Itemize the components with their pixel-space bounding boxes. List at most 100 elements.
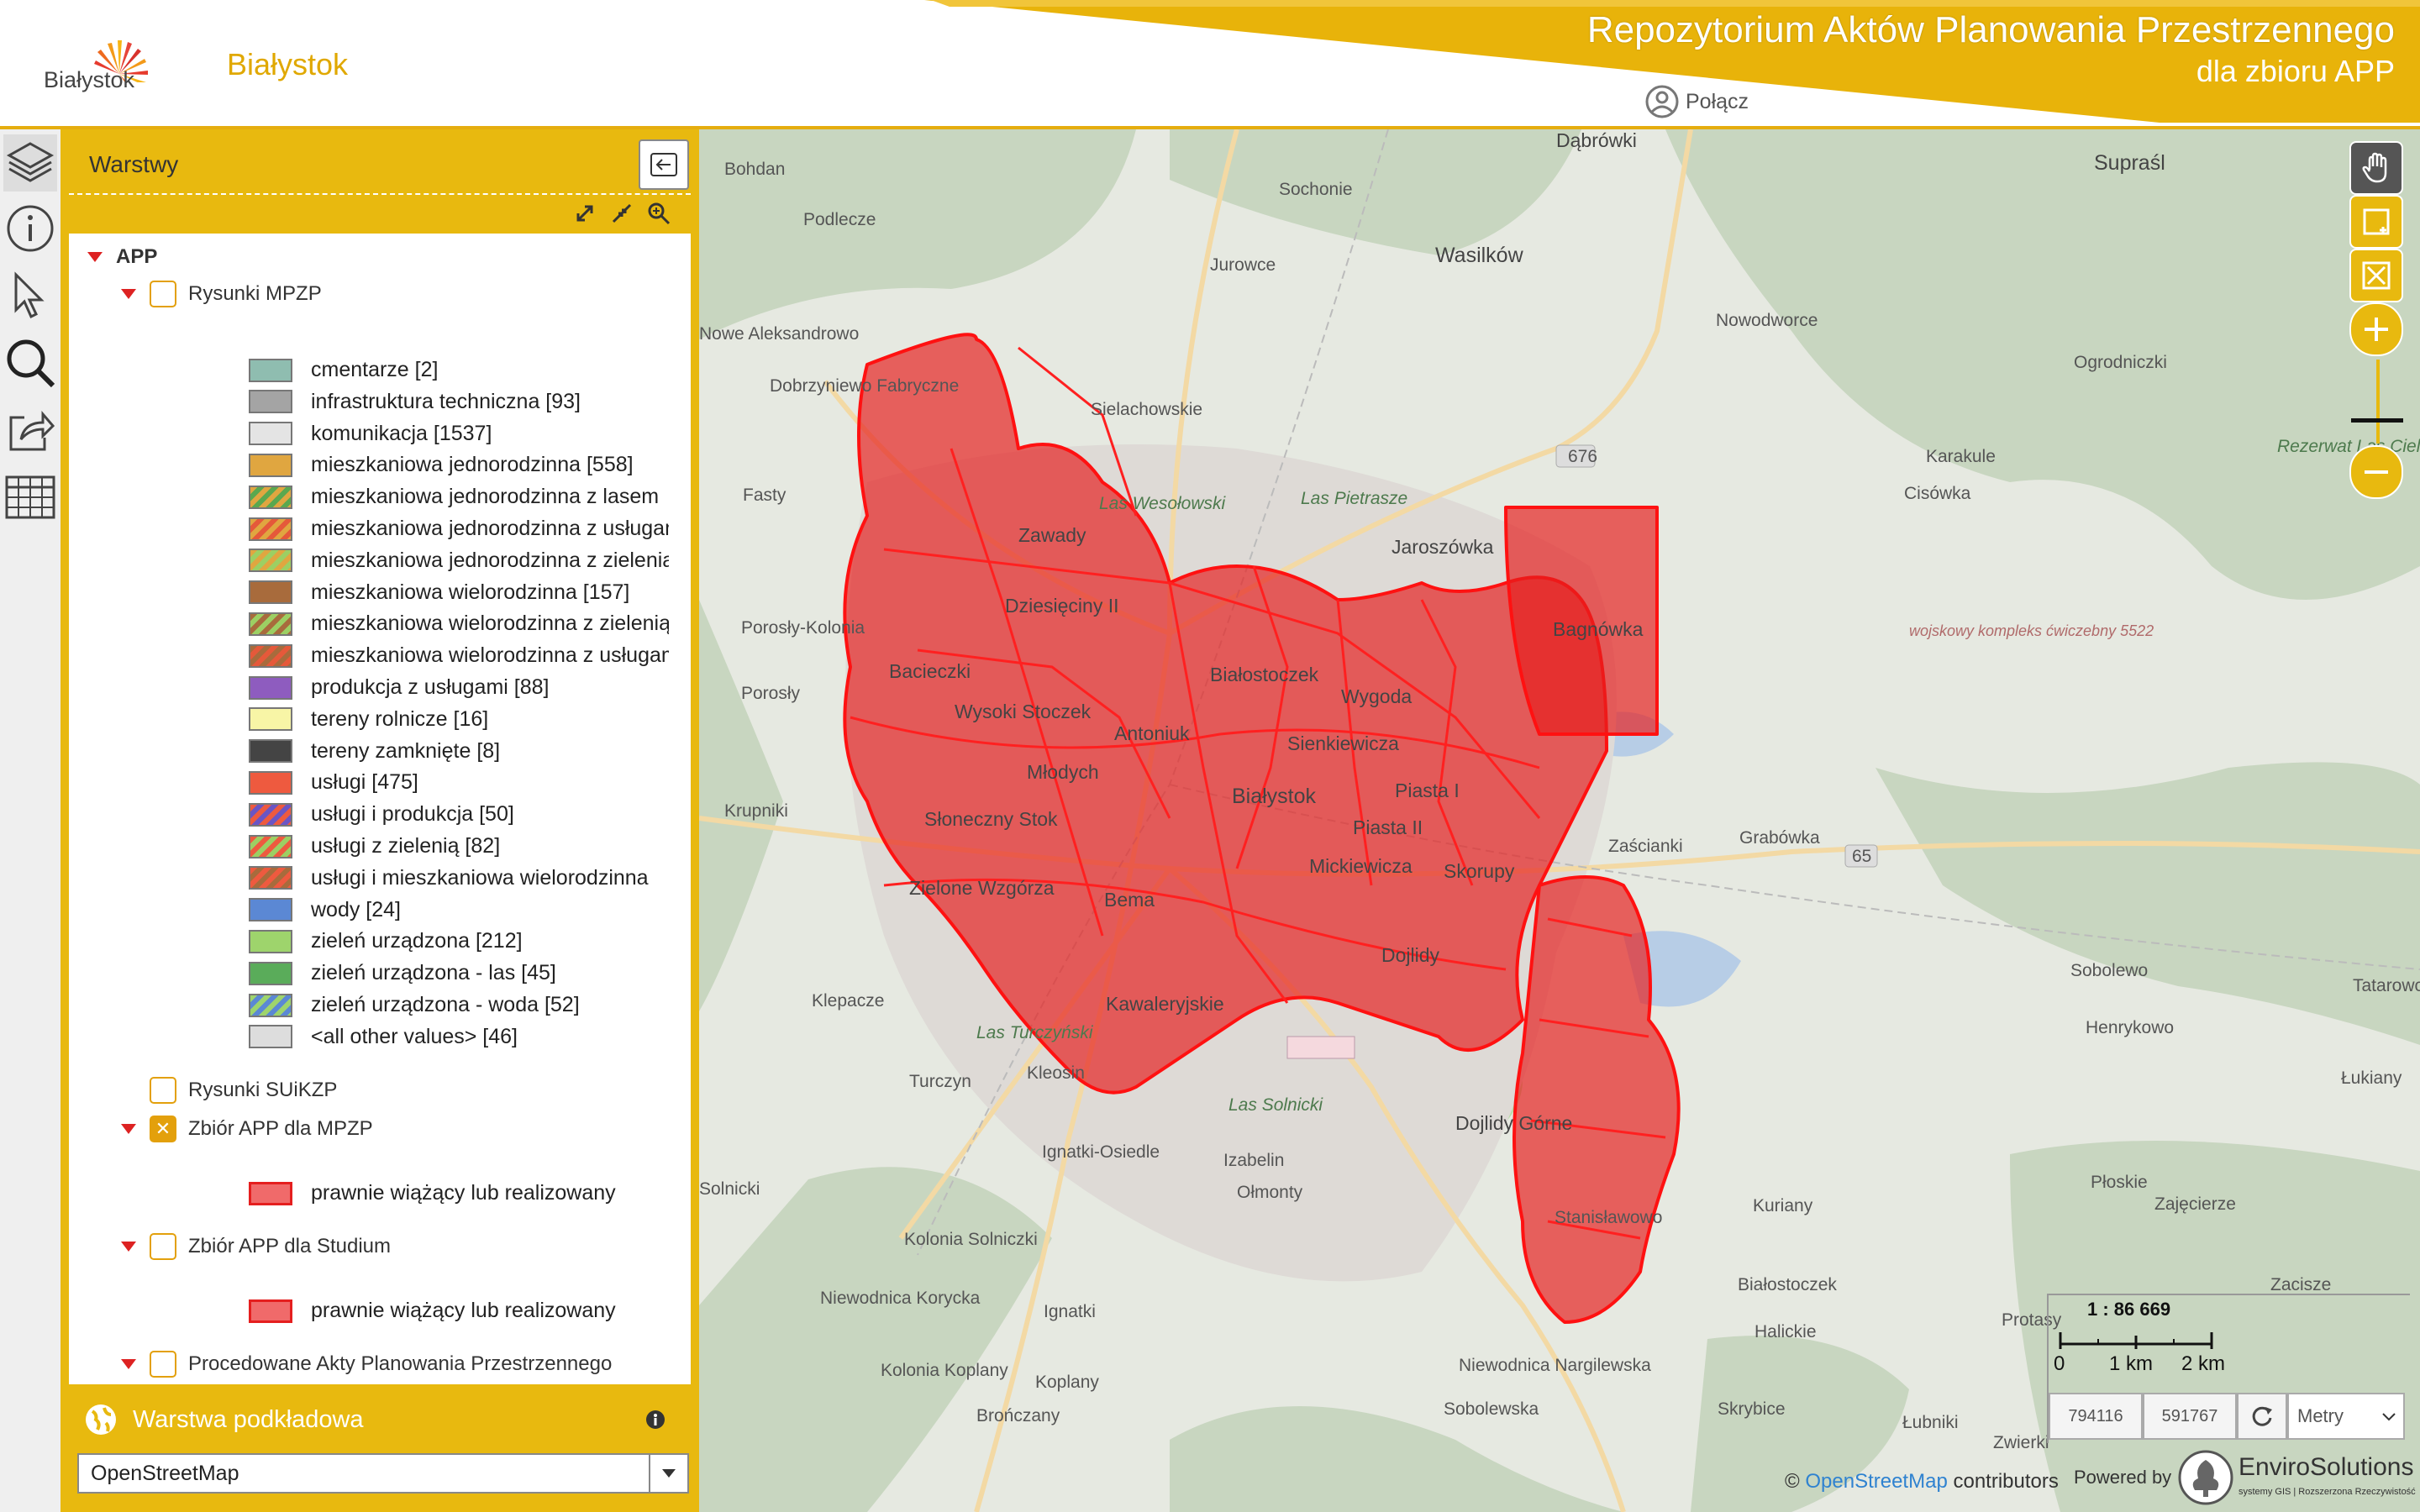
- map-place-label: Zaścianki: [1608, 837, 1683, 856]
- expand-arrow-icon[interactable]: [121, 1124, 136, 1134]
- map-place-label: Ołmonty: [1237, 1183, 1303, 1202]
- collapse-all-icon[interactable]: [610, 202, 634, 225]
- share-button[interactable]: [3, 402, 57, 459]
- info-button[interactable]: [3, 200, 57, 257]
- layer-tree: APP Rysunki MPZP cmentarze [2] infrastruk…: [69, 234, 691, 1505]
- map-place-label: Dojlidy: [1381, 944, 1440, 966]
- tree-group-procedowane[interactable]: Procedowane Akty Planowania Przestrzenne…: [121, 1351, 612, 1378]
- map-place-label: Nowe Aleksandrowo: [699, 324, 860, 344]
- tree-group-rysunki-mpzp[interactable]: Rysunki MPZP: [121, 281, 322, 307]
- dropdown-button[interactable]: [649, 1455, 687, 1492]
- envirosolutions-logo[interactable]: EnviroSolutions systemy GIS | Rozszerzon…: [2178, 1448, 2416, 1507]
- tree-group-rysunki-suikzp[interactable]: Rysunki SUiKZP: [150, 1077, 337, 1104]
- map-place-label: Wysoki Stoczek: [955, 701, 1092, 722]
- tree-group-zbior-app-mpzp[interactable]: ✕ Zbiór APP dla MPZP: [121, 1116, 373, 1142]
- map-place-label: Ignatki-Osiedle: [1042, 1142, 1160, 1162]
- attribute-table-button[interactable]: [3, 469, 57, 526]
- map-place-label: Las Pietrasze: [1301, 489, 1408, 508]
- login-button[interactable]: Połącz: [1645, 84, 1749, 119]
- expand-arrow-icon[interactable]: [121, 1242, 136, 1252]
- company-name: EnviroSolutions: [2238, 1453, 2414, 1481]
- legend-label: wody [24]: [311, 897, 402, 921]
- select-button[interactable]: [3, 267, 57, 324]
- zoom-out-button[interactable]: [2349, 445, 2403, 499]
- plus-icon: [2365, 318, 2388, 341]
- expand-all-icon[interactable]: [573, 202, 597, 225]
- legend-swatch: [249, 517, 292, 541]
- chevron-down-icon: [2382, 1413, 2396, 1421]
- layer-checkbox[interactable]: [150, 281, 176, 307]
- map-place-label: Płoskie: [2091, 1173, 2148, 1192]
- city-logo[interactable]: Białystok: [42, 24, 176, 104]
- app-header: Białystok Białystok Repozytorium Aktów P…: [0, 0, 2420, 126]
- tree-group-zbior-app-studium[interactable]: Zbiór APP dla Studium: [121, 1233, 391, 1260]
- legend-swatch: [249, 1025, 292, 1049]
- map-place-label: Kolonia Solniczki: [904, 1230, 1038, 1249]
- layer-checkbox[interactable]: [150, 1351, 176, 1378]
- basemap-title: Warstwa podkładowa: [133, 1406, 364, 1433]
- hand-icon: [2362, 152, 2387, 183]
- legend-swatch: [249, 1299, 292, 1323]
- pan-button[interactable]: [2349, 141, 2403, 195]
- coord-y-field[interactable]: 591767: [2143, 1393, 2237, 1440]
- tree-node-app[interactable]: APP: [87, 245, 157, 269]
- zoom-slider-track[interactable]: [2376, 360, 2380, 444]
- zoom-slider-thumb[interactable]: [2351, 418, 2403, 423]
- zoom-box-button[interactable]: [2349, 195, 2403, 249]
- layer-checkbox[interactable]: [150, 1077, 176, 1104]
- layer-checkbox-checked[interactable]: ✕: [150, 1116, 176, 1142]
- map-place-label: Nowodworce: [1716, 311, 1818, 330]
- legend-label: usługi i produkcja [50]: [311, 802, 514, 827]
- legend-item: wody [24]: [249, 898, 669, 922]
- map-place-label: Wasilków: [1435, 244, 1523, 267]
- map-place-label: Sobolewska: [1444, 1399, 1539, 1419]
- legend-swatch: [249, 866, 292, 890]
- map-place-label: Las Solnicki: [1228, 1095, 1323, 1115]
- zoom-box-icon: [2363, 208, 2390, 235]
- map-place-label: Sienkiewicza: [1287, 732, 1399, 754]
- expand-arrow-icon[interactable]: [121, 1359, 136, 1369]
- legend-label: mieszkaniowa jednorodzinna [558]: [311, 453, 634, 477]
- basemap-select[interactable]: OpenStreetMap: [77, 1453, 689, 1494]
- legend-label: zieleń urządzona - woda [52]: [311, 993, 580, 1016]
- scale-label: 1 km: [2109, 1352, 2154, 1375]
- info-icon[interactable]: [645, 1410, 666, 1430]
- scale-ratio: 1 : 86 669: [2087, 1299, 2171, 1320]
- select-icon: [14, 271, 45, 319]
- legend-swatch: [249, 739, 292, 764]
- layer-checkbox[interactable]: [150, 1233, 176, 1260]
- legend-item: tereny rolnicze [16]: [249, 707, 669, 732]
- legend-label: tereny zamknięte [8]: [311, 738, 501, 763]
- full-extent-button[interactable]: [2349, 249, 2403, 302]
- tree-tools: [573, 202, 671, 225]
- layers-panel-title: Warstwy: [89, 151, 179, 177]
- map-place-label: Tatarowce: [2353, 976, 2420, 995]
- legend-item: mieszkaniowa wielorodzinna z zielenią: [249, 612, 669, 636]
- map-place-label: Rezerwat Las Cieliczanski: [2277, 437, 2420, 456]
- coord-x-field[interactable]: 794116: [2049, 1393, 2143, 1440]
- refresh-coords-button[interactable]: [2237, 1393, 2287, 1440]
- user-icon: [1645, 85, 1679, 118]
- arrow-left-icon: [650, 153, 677, 176]
- legend-item: usługi i produkcja [50]: [249, 802, 669, 827]
- zoom-to-layer-icon[interactable]: [647, 202, 671, 225]
- layers-button[interactable]: [3, 134, 57, 192]
- map-attribution: © OpenStreetMap contributors: [1785, 1470, 2059, 1494]
- collapse-panel-button[interactable]: [639, 139, 689, 190]
- legend-label: prawnie wiążący lub realizowany: [311, 1181, 616, 1205]
- map-place-label: Antoniuk: [1114, 722, 1190, 744]
- osm-link[interactable]: OpenStreetMap: [1805, 1470, 1947, 1493]
- legend-item: tereny zamknięte [8]: [249, 739, 669, 764]
- map-place-label: Izabelin: [1223, 1151, 1285, 1170]
- expand-arrow-icon[interactable]: [121, 289, 136, 299]
- search-button[interactable]: [3, 334, 57, 391]
- legend-label: tereny rolnicze [16]: [311, 706, 489, 731]
- map-place-label: Kleosin: [1027, 1063, 1085, 1083]
- map-place-label: Piasta II: [1353, 816, 1423, 838]
- map-place-label: Mickiewicza: [1309, 855, 1413, 877]
- zoom-in-button[interactable]: [2349, 302, 2403, 356]
- expand-arrow-icon[interactable]: [87, 252, 103, 262]
- scale-widget: 1 : 86 669 0 1 km 2 km 794116 591767 Met…: [2047, 1294, 2410, 1443]
- units-select[interactable]: Metry: [2287, 1393, 2405, 1440]
- legend-label: produkcja z usługami [88]: [311, 675, 550, 699]
